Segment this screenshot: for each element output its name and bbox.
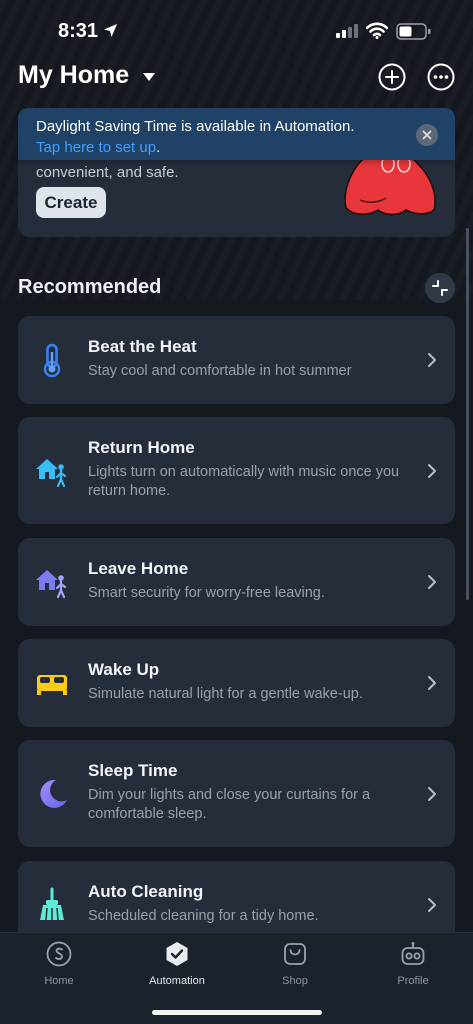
- chevron-right-icon: [428, 898, 436, 912]
- wifi-icon: [366, 22, 388, 39]
- tab-profile[interactable]: Profile: [368, 941, 458, 997]
- chevron-right-icon: [428, 787, 436, 801]
- chevron-right-icon: [428, 575, 436, 589]
- home-indicator[interactable]: [152, 1010, 322, 1015]
- scrollbar[interactable]: [466, 228, 469, 600]
- card-description: Smart security for worry-free leaving.: [88, 585, 325, 601]
- tab-profile-label: Profile: [397, 975, 429, 987]
- section-title: Recommended: [18, 276, 162, 298]
- leave-home-icon: [36, 570, 67, 599]
- status-bar: 8:31: [0, 0, 473, 60]
- card-title: Sleep Time: [88, 761, 178, 780]
- shopping-bag-icon: [284, 943, 306, 965]
- battery-icon: [396, 23, 431, 40]
- scene-card-leave-home[interactable]: Leave Home Smart security for worry-free…: [18, 538, 455, 626]
- banner-link-suffix: .: [156, 139, 161, 156]
- scene-card-return-home[interactable]: Return Home Lights turn on automatically…: [18, 417, 455, 524]
- card-title: Wake Up: [88, 660, 160, 679]
- scene-card-beat-the-heat[interactable]: Beat the Heat Stay cool and comfortable …: [18, 316, 455, 404]
- broom-icon: [40, 887, 64, 921]
- add-button[interactable]: [378, 63, 406, 91]
- home-tab-icon: [46, 941, 72, 967]
- home-selector[interactable]: My Home: [18, 61, 129, 90]
- card-title: Auto Cleaning: [88, 882, 204, 901]
- bed-icon: [37, 675, 67, 695]
- banner-link-text[interactable]: Tap here to set up: [36, 139, 156, 156]
- card-description: Dim your lights and close your curtains …: [88, 787, 371, 822]
- collapse-icon[interactable]: [425, 273, 455, 303]
- tab-shop[interactable]: Shop: [250, 941, 340, 997]
- top-header: My Home: [0, 58, 473, 98]
- chevron-right-icon: [428, 676, 436, 690]
- create-button[interactable]: Create: [36, 187, 106, 218]
- promo-text: convenient, and safe.: [36, 164, 179, 181]
- card-description: Scheduled cleaning for a tidy home.: [88, 908, 319, 924]
- return-home-icon: [36, 459, 67, 488]
- mascot-illustration: [344, 151, 436, 216]
- tab-shop-label: Shop: [282, 975, 308, 987]
- tab-automation-label: Automation: [149, 975, 205, 987]
- moon-icon: [40, 779, 67, 808]
- card-title: Return Home: [88, 438, 195, 457]
- caret-down-icon[interactable]: [142, 72, 156, 82]
- robot-icon: [401, 942, 425, 965]
- chevron-right-icon: [428, 464, 436, 478]
- scene-card-sleep-time[interactable]: Sleep Time Dim your lights and close you…: [18, 740, 455, 847]
- banner-message: Daylight Saving Time is available in Aut…: [36, 118, 355, 135]
- chevron-right-icon: [428, 353, 436, 367]
- tab-home-label: Home: [44, 975, 74, 987]
- card-description: Lights turn on automatically with music …: [88, 464, 400, 499]
- card-description: Stay cool and comfortable in hot summer: [88, 363, 352, 379]
- tab-automation[interactable]: Automation: [132, 941, 222, 997]
- location-arrow-icon: [104, 24, 117, 37]
- card-description: Simulate natural light for a gentle wake…: [88, 686, 363, 702]
- automation-tab-icon: [166, 942, 188, 966]
- thermometer-icon: [43, 343, 61, 378]
- cellular-signal-icon: [336, 24, 358, 38]
- dst-notification-banner[interactable]: Daylight Saving Time is available in Aut…: [18, 108, 455, 160]
- scene-card-wake-up[interactable]: Wake Up Simulate natural light for a gen…: [18, 639, 455, 727]
- more-options-button[interactable]: [427, 63, 455, 91]
- card-title: Leave Home: [88, 559, 189, 578]
- close-icon[interactable]: [416, 124, 438, 146]
- status-time: 8:31: [58, 20, 99, 42]
- tab-home[interactable]: Home: [14, 941, 104, 997]
- banner-setup-link[interactable]: Tap here to set up.: [36, 139, 160, 156]
- card-title: Beat the Heat: [88, 337, 197, 356]
